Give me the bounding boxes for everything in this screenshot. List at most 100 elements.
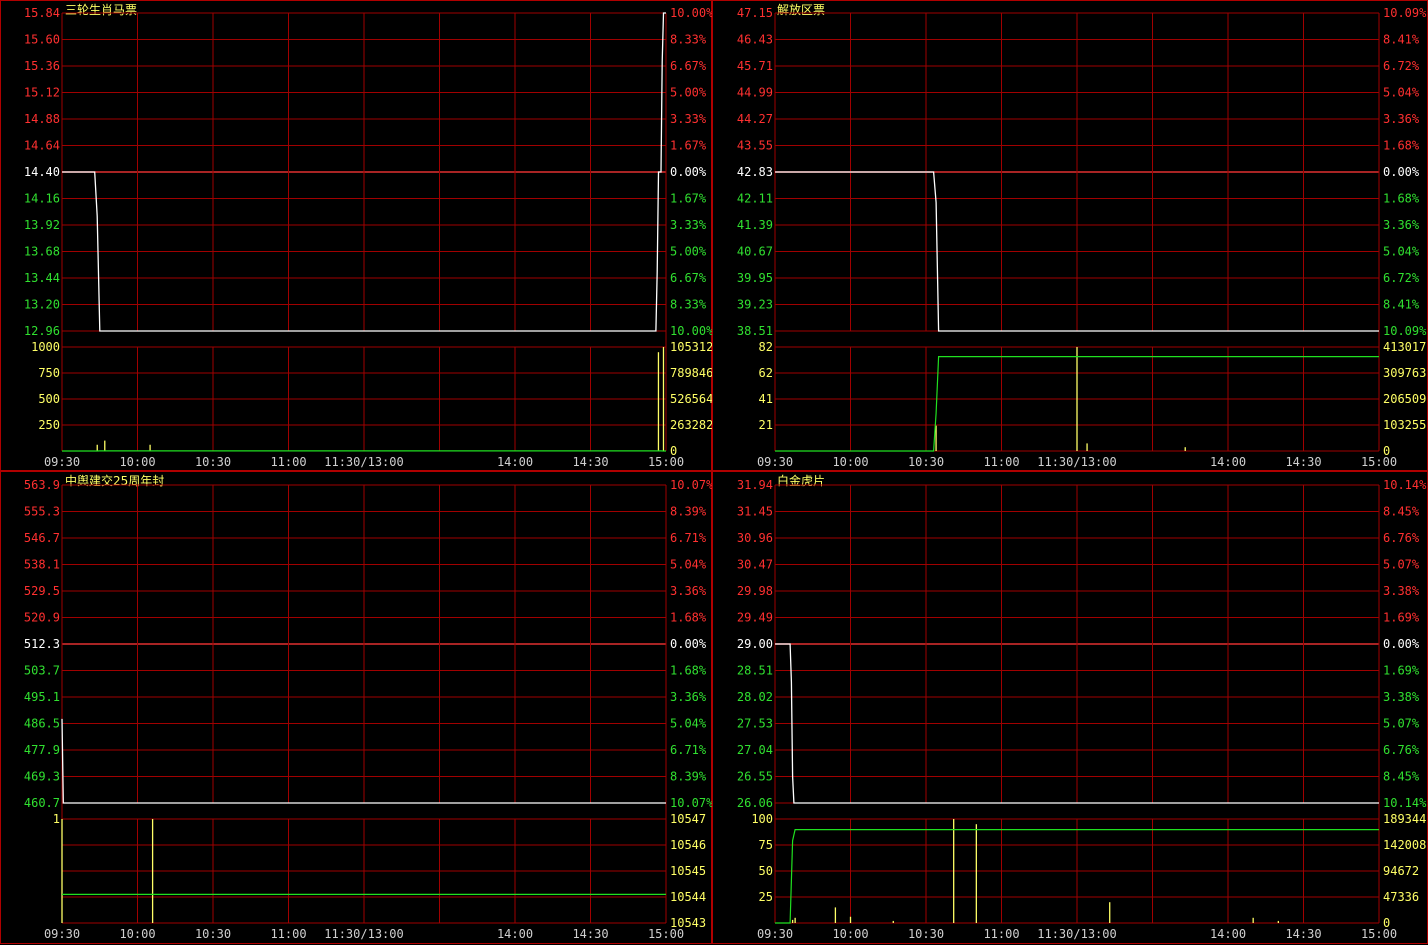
time-tick-label: 09:30 <box>44 927 80 941</box>
price-tick-label: 44.27 <box>737 112 773 126</box>
price-tick-label: 12.96 <box>24 324 60 338</box>
time-tick-label: 10:30 <box>908 927 944 941</box>
price-tick-label: 15.84 <box>24 6 60 20</box>
percent-tick-label: 6.71% <box>670 743 707 757</box>
percent-tick-label: 10.00% <box>670 324 713 338</box>
percent-tick-label: 0.00% <box>670 637 707 651</box>
volume-tick-label: 25 <box>759 890 773 904</box>
chart-panel-2[interactable]: 解放区票 47.1546.4345.7144.9944.2743.5542.83… <box>712 0 1428 471</box>
cum-volume-tick-label: 263282 <box>670 418 713 432</box>
price-tick-label: 39.23 <box>737 298 773 312</box>
price-tick-label: 26.55 <box>737 770 773 784</box>
price-tick-label: 26.06 <box>737 796 773 810</box>
price-tick-label: 520.9 <box>24 611 60 625</box>
percent-tick-label: 3.33% <box>670 218 707 232</box>
percent-tick-label: 6.72% <box>1383 271 1420 285</box>
percent-tick-label: 5.07% <box>1383 717 1420 731</box>
volume-tick-label: 1000 <box>31 340 60 354</box>
price-tick-label: 15.36 <box>24 59 60 73</box>
time-tick-label: 11:00 <box>270 455 306 469</box>
price-tick-label: 27.04 <box>737 743 773 757</box>
percent-tick-label: 6.71% <box>670 531 707 545</box>
percent-tick-label: 1.68% <box>670 611 707 625</box>
time-tick-label: 14:30 <box>572 455 608 469</box>
price-tick-label: 495.1 <box>24 690 60 704</box>
percent-tick-label: 8.39% <box>670 770 707 784</box>
chart-panel-1[interactable]: 三轮生肖马票 15.8415.6015.3615.1214.8814.6414.… <box>0 0 712 471</box>
volume-tick-label: 62 <box>759 366 773 380</box>
percent-tick-label: 6.72% <box>1383 59 1420 73</box>
price-tick-label: 28.02 <box>737 690 773 704</box>
percent-tick-label: 3.38% <box>1383 584 1420 598</box>
percent-tick-label: 8.45% <box>1383 505 1420 519</box>
percent-tick-label: 10.07% <box>670 478 713 492</box>
price-tick-label: 14.16 <box>24 192 60 206</box>
chart-panel-4[interactable]: 白金虎片 31.9431.4530.9630.4729.9829.4929.00… <box>712 471 1428 944</box>
time-tick-label: 10:00 <box>832 455 868 469</box>
chart-panel-3[interactable]: 中舆建交25周年封 563.9555.3546.7538.1529.5520.9… <box>0 471 712 944</box>
percent-tick-label: 5.00% <box>670 86 707 100</box>
percent-tick-label: 10.07% <box>670 796 713 810</box>
volume-tick-label: 50 <box>759 864 773 878</box>
percent-tick-label: 3.36% <box>670 690 707 704</box>
percent-tick-label: 0.00% <box>670 165 707 179</box>
price-tick-label: 13.92 <box>24 218 60 232</box>
time-tick-label: 11:00 <box>983 455 1019 469</box>
time-tick-label: 10:30 <box>195 927 231 941</box>
percent-tick-label: 10.09% <box>1383 6 1427 20</box>
time-tick-label: 14:30 <box>1285 455 1321 469</box>
chart-svg[interactable]: 15.8415.6015.3615.1214.8814.6414.4014.16… <box>1 1 713 472</box>
percent-tick-label: 10.00% <box>670 6 713 20</box>
percent-tick-label: 10.14% <box>1383 796 1427 810</box>
price-tick-label: 538.1 <box>24 558 60 572</box>
volume-tick-label: 82 <box>759 340 773 354</box>
price-tick-label: 44.99 <box>737 86 773 100</box>
time-tick-label: 09:30 <box>44 455 80 469</box>
price-tick-label: 47.15 <box>737 6 773 20</box>
price-tick-label: 45.71 <box>737 59 773 73</box>
cum-volume-tick-label: 10545 <box>670 864 706 878</box>
cum-volume-tick-label: 206509 <box>1383 392 1426 406</box>
time-tick-label: 11:30/13:00 <box>324 927 403 941</box>
time-tick-label: 15:00 <box>648 455 684 469</box>
time-tick-label: 15:00 <box>1361 455 1397 469</box>
percent-tick-label: 6.76% <box>1383 743 1420 757</box>
time-tick-label: 15:00 <box>1361 927 1397 941</box>
percent-tick-label: 6.67% <box>670 59 707 73</box>
price-tick-label: 27.53 <box>737 717 773 731</box>
time-tick-label: 09:30 <box>757 455 793 469</box>
cum-volume-tick-label: 103255 <box>1383 418 1426 432</box>
percent-tick-label: 3.36% <box>1383 112 1420 126</box>
time-tick-label: 14:00 <box>497 927 533 941</box>
price-tick-label: 29.98 <box>737 584 773 598</box>
chart-svg[interactable]: 47.1546.4345.7144.9944.2743.5542.8342.11… <box>713 1 1428 472</box>
price-tick-label: 30.47 <box>737 558 773 572</box>
volume-tick-label: 250 <box>38 418 60 432</box>
price-tick-label: 31.94 <box>737 478 773 492</box>
price-tick-label: 31.45 <box>737 505 773 519</box>
time-tick-label: 14:00 <box>1210 927 1246 941</box>
time-tick-label: 14:30 <box>1285 927 1321 941</box>
price-tick-label: 39.95 <box>737 271 773 285</box>
volume-tick-label: 41 <box>759 392 773 406</box>
price-tick-label: 555.3 <box>24 505 60 519</box>
chart-svg[interactable]: 563.9555.3546.7538.1529.5520.9512.3503.7… <box>1 472 713 945</box>
time-tick-label: 10:00 <box>119 927 155 941</box>
time-tick-label: 11:30/13:00 <box>324 455 403 469</box>
percent-tick-label: 5.04% <box>670 717 707 731</box>
cum-volume-tick-label: 10547 <box>670 812 706 826</box>
time-tick-label: 11:30/13:00 <box>1037 927 1116 941</box>
volume-tick-label: 500 <box>38 392 60 406</box>
percent-tick-label: 1.67% <box>670 192 707 206</box>
volume-tick-label: 1 <box>53 812 60 826</box>
percent-tick-label: 8.41% <box>1383 298 1420 312</box>
percent-tick-label: 5.00% <box>670 245 707 259</box>
chart-svg[interactable]: 31.9431.4530.9630.4729.9829.4929.0028.51… <box>713 472 1428 945</box>
price-tick-label: 41.39 <box>737 218 773 232</box>
time-tick-label: 14:30 <box>572 927 608 941</box>
percent-tick-label: 3.36% <box>670 584 707 598</box>
percent-tick-label: 8.45% <box>1383 770 1420 784</box>
price-tick-label: 503.7 <box>24 664 60 678</box>
percent-tick-label: 5.04% <box>1383 245 1420 259</box>
cum-volume-tick-label: 142008 <box>1383 838 1426 852</box>
